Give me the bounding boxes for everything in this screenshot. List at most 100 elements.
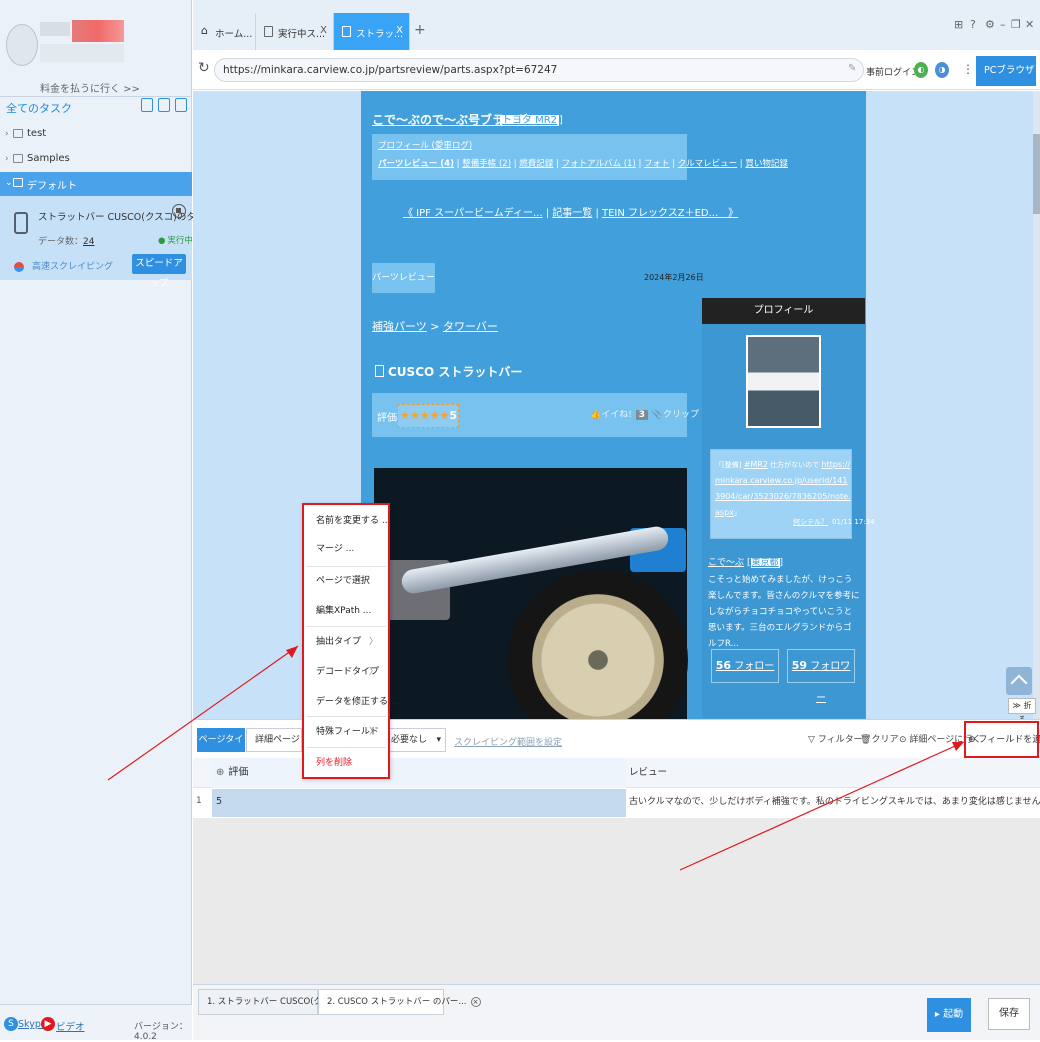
reload-icon[interactable]: ↻ bbox=[198, 60, 210, 76]
star-icons: ★★★★★ bbox=[400, 409, 450, 422]
like-area[interactable]: 👍イイね! 3 📎クリップ bbox=[590, 407, 699, 420]
menu-item-modify-data[interactable]: データを修正する ... bbox=[304, 688, 399, 716]
search-task-icon[interactable] bbox=[175, 98, 187, 112]
car-link[interactable]: トヨタ MR2 bbox=[499, 115, 560, 126]
profile-image[interactable] bbox=[746, 335, 821, 428]
filter-button[interactable]: ▽ フィルター bbox=[808, 732, 863, 745]
blog-car[interactable]: [トヨタ MR2] bbox=[496, 111, 563, 126]
close-icon[interactable]: X bbox=[396, 25, 403, 36]
new-task-icon[interactable] bbox=[158, 98, 170, 112]
product-title-text: CUSCO ストラットバー bbox=[388, 365, 523, 379]
next-article-link[interactable]: TEIN フレックスZ＋ED... 》 bbox=[602, 208, 738, 219]
tab-home[interactable]: ⌂ ホーム... bbox=[193, 13, 256, 51]
ad-block-icon[interactable]: ◐ bbox=[914, 62, 928, 78]
bubble-text: 「[整備] #MR2 仕方がないので https://minkara.carvi… bbox=[715, 457, 851, 521]
robot-icon bbox=[14, 212, 28, 234]
menu-item-extract-type[interactable]: 抽出タイプ〉 bbox=[304, 628, 388, 656]
nav-maintenance[interactable]: 整備手帳 (2) bbox=[462, 159, 511, 169]
menu-divider bbox=[306, 747, 386, 748]
hashtag-link[interactable]: #MR2 bbox=[744, 460, 768, 469]
gear-icon[interactable]: ⚙ bbox=[985, 18, 995, 31]
nav-shopping[interactable]: 買い物記録 bbox=[745, 159, 788, 169]
breadcrumb-link[interactable]: タワーバー bbox=[443, 320, 498, 333]
tree-item-samples[interactable]: › Samples bbox=[0, 148, 192, 172]
import-icon[interactable] bbox=[141, 98, 153, 112]
location-link[interactable]: 東京都 bbox=[750, 558, 780, 568]
page-type-select[interactable]: 詳細ページ bbox=[246, 728, 302, 752]
skype-icon[interactable]: S bbox=[4, 1017, 18, 1031]
menu-item-select-on-page[interactable]: ページで選択 bbox=[304, 567, 388, 595]
prev-article-link[interactable]: 《 IPF スーパービームディー... bbox=[403, 208, 543, 219]
breadcrumb-link[interactable]: 補強パーツ bbox=[372, 320, 427, 333]
follow-button[interactable]: 56 フォロー bbox=[711, 649, 779, 683]
browser-settings-icon[interactable]: ◑ bbox=[935, 62, 949, 78]
bottom-tab-2[interactable]: 2. CUSCO ストラットバー のパー... × bbox=[318, 989, 481, 1015]
column-header-review[interactable]: レビュー bbox=[627, 758, 1040, 788]
like-count: 3 bbox=[635, 410, 648, 420]
nav-photo-album[interactable]: フォトアルバム (1) bbox=[562, 159, 636, 169]
video-link[interactable]: ビデオ bbox=[56, 1019, 85, 1033]
avatar[interactable] bbox=[6, 24, 38, 66]
close-icon[interactable]: X bbox=[320, 25, 327, 36]
save-button[interactable]: 保存 bbox=[988, 998, 1030, 1030]
video-icon[interactable]: ▶ bbox=[41, 1017, 55, 1031]
task-count: データ数：24 bbox=[38, 234, 94, 247]
menu-item-special-field[interactable]: 特殊フィールド〉 bbox=[304, 718, 388, 746]
help-icon[interactable]: ? bbox=[970, 18, 976, 31]
scrollbar-thumb[interactable] bbox=[1033, 134, 1040, 214]
table-empty-area bbox=[193, 818, 1040, 984]
browser-mode-select[interactable]: PCブラウザ ▾ bbox=[976, 56, 1036, 106]
close-window-icon[interactable]: ✕ bbox=[1025, 18, 1034, 31]
nav-parts-review[interactable]: パーツレビュー (4) bbox=[378, 159, 454, 169]
tab-running[interactable]: 実行中ス... X bbox=[256, 13, 334, 51]
article-list-link[interactable]: 記事一覧 bbox=[552, 208, 592, 219]
bubble-user-link[interactable]: 何シテル？ bbox=[793, 518, 828, 526]
table-cell-review[interactable]: 古いクルマなので、少しだけボディ補強です。私のドライビングスキルでは、あまり変化… bbox=[627, 789, 1040, 817]
pay-link[interactable]: 料金を払うに行く >> bbox=[40, 80, 140, 95]
column-header-rating[interactable]: ⊕ 評価 bbox=[212, 758, 626, 788]
stop-button[interactable] bbox=[172, 204, 186, 218]
pre-login-button[interactable]: 事前ログイン bbox=[866, 65, 920, 78]
menu-item-delete-column[interactable]: 列を削除 bbox=[304, 749, 388, 777]
all-tasks-label[interactable]: 全てのタスク bbox=[6, 100, 72, 116]
folder-icon bbox=[13, 129, 23, 138]
fold-button[interactable]: ≫ 折る bbox=[1008, 698, 1036, 724]
parts-review-button[interactable]: パーツレビュー bbox=[372, 263, 435, 293]
tree-item-default[interactable]: ⌄ デフォルト bbox=[0, 172, 192, 196]
profile-name-link[interactable]: こで～ぶ bbox=[708, 558, 744, 568]
nav-car-review[interactable]: クルマレビュー bbox=[678, 159, 737, 169]
new-tab-button[interactable]: + bbox=[414, 22, 426, 38]
load-select[interactable]: 必要なし bbox=[388, 728, 446, 752]
scrape-scope-link[interactable]: スクレイピング範囲を設定 bbox=[454, 735, 562, 748]
url-input[interactable]: https://minkara.carview.co.jp/partsrevie… bbox=[214, 58, 864, 82]
edit-icon[interactable]: ✎ bbox=[848, 63, 856, 74]
more-menu-icon[interactable]: ⋮ bbox=[962, 62, 974, 76]
rating-stars[interactable]: ★★★★★5 bbox=[397, 404, 459, 428]
clear-button[interactable]: 🗑クリア bbox=[860, 732, 898, 745]
start-button[interactable]: ▸ 起動 bbox=[927, 998, 971, 1032]
follow-label: フォロー bbox=[734, 661, 775, 672]
tab-strut[interactable]: ストラッ... X bbox=[334, 13, 410, 51]
scroll-top-button[interactable] bbox=[1006, 667, 1032, 695]
table-cell-rating[interactable]: 5 bbox=[212, 789, 626, 817]
tree-item-test[interactable]: › test bbox=[0, 123, 192, 147]
nav-fuel[interactable]: 燃費記録 bbox=[519, 159, 553, 169]
minimize-icon[interactable]: – bbox=[1000, 18, 1006, 31]
gift-icon[interactable]: ⊞ bbox=[954, 18, 963, 31]
annotation-highlight-box bbox=[964, 721, 1039, 758]
close-icon[interactable]: × bbox=[470, 997, 481, 1007]
menu-item-merge[interactable]: マージ ... bbox=[304, 535, 388, 563]
page-icon bbox=[342, 26, 351, 37]
nav-photo[interactable]: フォト bbox=[644, 159, 670, 169]
profile-link[interactable]: プロフィール (愛車ログ) bbox=[378, 139, 472, 151]
menu-item-decode-type[interactable]: デコードタイプ〉 bbox=[304, 658, 388, 686]
maximize-icon[interactable]: ❐ bbox=[1011, 18, 1021, 31]
tab-label: 実行中ス... bbox=[278, 29, 326, 40]
follower-button[interactable]: 59 フォロワー bbox=[787, 649, 855, 704]
bottom-tab-1[interactable]: 1. ストラットバー CUSCO(クスコ... bbox=[198, 989, 347, 1015]
chevron-right-icon: 〉 bbox=[368, 727, 378, 737]
menu-item-rename[interactable]: 名前を変更する ... bbox=[304, 507, 390, 535]
menu-item-edit-xpath[interactable]: 編集XPath ... bbox=[304, 597, 388, 625]
count-value[interactable]: 24 bbox=[83, 237, 94, 247]
speed-up-button[interactable]: スピードアップ bbox=[132, 254, 186, 289]
